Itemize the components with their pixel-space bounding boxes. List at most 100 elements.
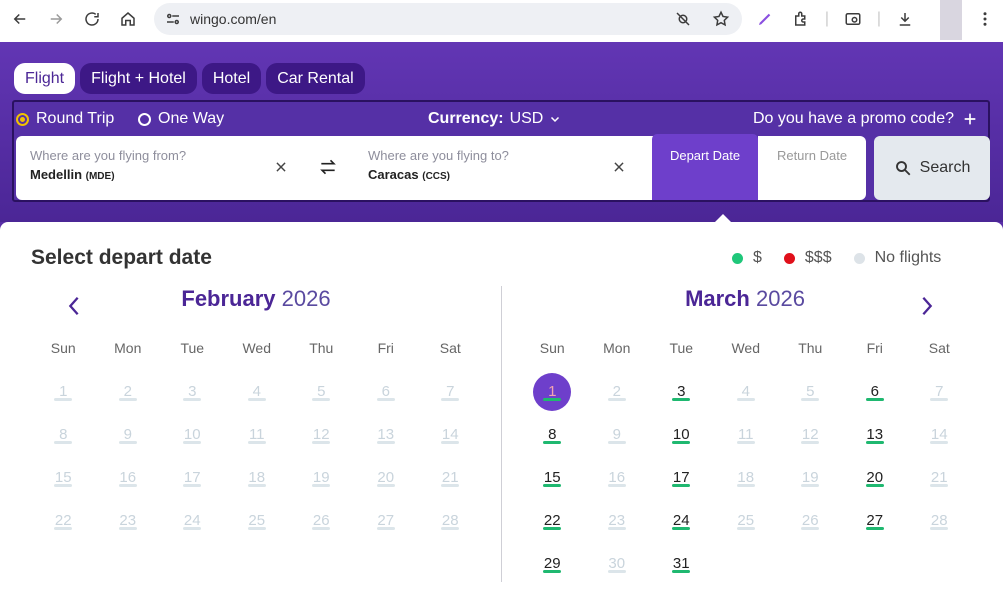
day-cell: 1	[31, 370, 96, 413]
forward-icon[interactable]	[38, 1, 74, 37]
day-cell: 21	[418, 456, 483, 499]
home-icon[interactable]	[110, 1, 146, 37]
tab-flight-hotel[interactable]: Flight + Hotel	[80, 63, 197, 94]
day-cell-selected[interactable]: 1	[520, 370, 585, 413]
download-icon[interactable]	[892, 6, 918, 32]
weekday-label: Fri	[377, 340, 394, 356]
clear-destination-icon[interactable]	[608, 156, 630, 178]
day-cell: 27	[354, 499, 419, 542]
price-indicator-bar	[543, 398, 562, 401]
day-cell[interactable]: 31	[649, 542, 714, 585]
month-name: February	[181, 286, 276, 311]
no-flight-bar	[54, 527, 73, 530]
promo-label: Do you have a promo code?	[752, 110, 954, 127]
date-picker: Select depart date $ $$$ No flights Febr…	[0, 222, 1003, 611]
day-cell: 12	[289, 413, 354, 456]
radio-unselected-icon	[138, 112, 151, 126]
day-cell[interactable]: 3	[649, 370, 714, 413]
day-cell[interactable]: 20	[843, 456, 908, 499]
price-legend: $ $$$ No flights	[732, 249, 941, 267]
tab-hotel[interactable]: Hotel	[201, 63, 262, 94]
round-trip-radio[interactable]: Round Trip	[16, 110, 114, 128]
pen-extension-icon[interactable]	[752, 6, 778, 32]
no-flight-bar	[183, 484, 202, 487]
one-way-radio[interactable]: One Way	[138, 110, 224, 128]
weekday-row: Sun Mon Tue Wed Thu Fri Sat	[520, 340, 970, 356]
profile-avatar[interactable]	[940, 0, 962, 40]
weekday-label: Mon	[603, 340, 631, 356]
day-cell[interactable]: 13	[843, 413, 908, 456]
no-flight-bar	[312, 398, 331, 401]
url-text[interactable]: wingo.com/en	[190, 11, 276, 27]
tracking-off-icon[interactable]	[670, 6, 696, 32]
no-flight-bar	[607, 441, 626, 444]
tab-search-icon[interactable]	[840, 6, 866, 32]
one-way-label: One Way	[158, 110, 225, 127]
address-bar[interactable]: wingo.com/en	[154, 3, 742, 35]
day-cell[interactable]: 10	[649, 413, 714, 456]
day-cell[interactable]: 29	[520, 542, 585, 585]
chevron-left-icon[interactable]	[63, 294, 85, 318]
no-flight-bar	[118, 527, 137, 530]
day-cell[interactable]: 24	[649, 499, 714, 542]
day-cell: 16	[96, 456, 161, 499]
weekday-label: Tue	[180, 340, 205, 356]
tab-flight[interactable]: Flight	[14, 63, 76, 94]
currency-value: USD	[509, 110, 544, 127]
more-menu-icon[interactable]	[972, 6, 998, 32]
back-icon[interactable]	[2, 1, 38, 37]
day-cell: 15	[31, 456, 96, 499]
day-cell[interactable]: 27	[843, 499, 908, 542]
clear-origin-icon[interactable]	[270, 156, 292, 178]
no-flight-bar	[801, 484, 820, 487]
price-indicator-bar	[543, 484, 562, 487]
weekday-label: Fri	[866, 340, 883, 356]
no-flight-bar	[930, 441, 949, 444]
day-cell[interactable]: 6	[843, 370, 908, 413]
currency-selector[interactable]: Currency: USD	[428, 110, 561, 128]
bookmark-star-icon[interactable]	[708, 6, 734, 32]
promo-code-toggle[interactable]: Do you have a promo code?	[753, 110, 978, 128]
weekday-label: Wed	[242, 340, 272, 356]
tab-car-rental[interactable]: Car Rental	[266, 63, 365, 94]
price-indicator-bar	[672, 484, 691, 487]
day-cell[interactable]: 22	[520, 499, 585, 542]
day-cell: 23	[585, 499, 650, 542]
no-flight-bar	[54, 441, 73, 444]
origin-city: Medellin	[30, 167, 83, 182]
extensions-puzzle-icon[interactable]	[788, 6, 814, 32]
chevron-right-icon[interactable]	[916, 294, 938, 318]
day-cell: 2	[585, 370, 650, 413]
depart-date-field[interactable]: Depart Date	[652, 134, 758, 200]
month-header: March 2026	[520, 286, 970, 330]
green-dot-icon	[732, 252, 743, 264]
price-indicator-bar	[865, 398, 884, 401]
no-flight-bar	[441, 441, 460, 444]
day-grid: 1 2 3 4 5 6 7 8 9 10 11 12 13 14 15 16 17 18 19 20 21 22 23 24 2…	[520, 370, 970, 585]
origin-field[interactable]: Where are you flying from? Medellin (MDE…	[16, 136, 336, 200]
search-button[interactable]: Search	[874, 136, 990, 200]
search-icon	[895, 161, 911, 176]
day-cell: 7	[418, 370, 483, 413]
site-settings-icon[interactable]	[164, 6, 182, 32]
day-cell: 22	[31, 499, 96, 542]
no-flight-bar	[736, 441, 755, 444]
day-cell: 6	[354, 370, 419, 413]
no-flight-bar	[607, 484, 626, 487]
radio-selected-icon	[16, 112, 29, 126]
day-cell: 7	[907, 370, 972, 413]
day-cell[interactable]: 15	[520, 456, 585, 499]
no-flight-bar	[607, 570, 626, 573]
day-cell: 9	[96, 413, 161, 456]
legend-none-label: No flights	[874, 249, 942, 266]
day-cell: 9	[585, 413, 650, 456]
no-flight-bar	[607, 527, 626, 530]
day-cell[interactable]: 17	[649, 456, 714, 499]
destination-field[interactable]: Where are you flying to? Caracas (CCS)	[336, 136, 654, 200]
no-flight-bar	[736, 527, 755, 530]
day-cell[interactable]: 8	[520, 413, 585, 456]
month-header: February 2026	[31, 286, 481, 330]
gray-dot-icon	[853, 252, 865, 264]
return-date-field[interactable]: Return Date	[758, 136, 866, 200]
reload-icon[interactable]	[74, 1, 110, 37]
